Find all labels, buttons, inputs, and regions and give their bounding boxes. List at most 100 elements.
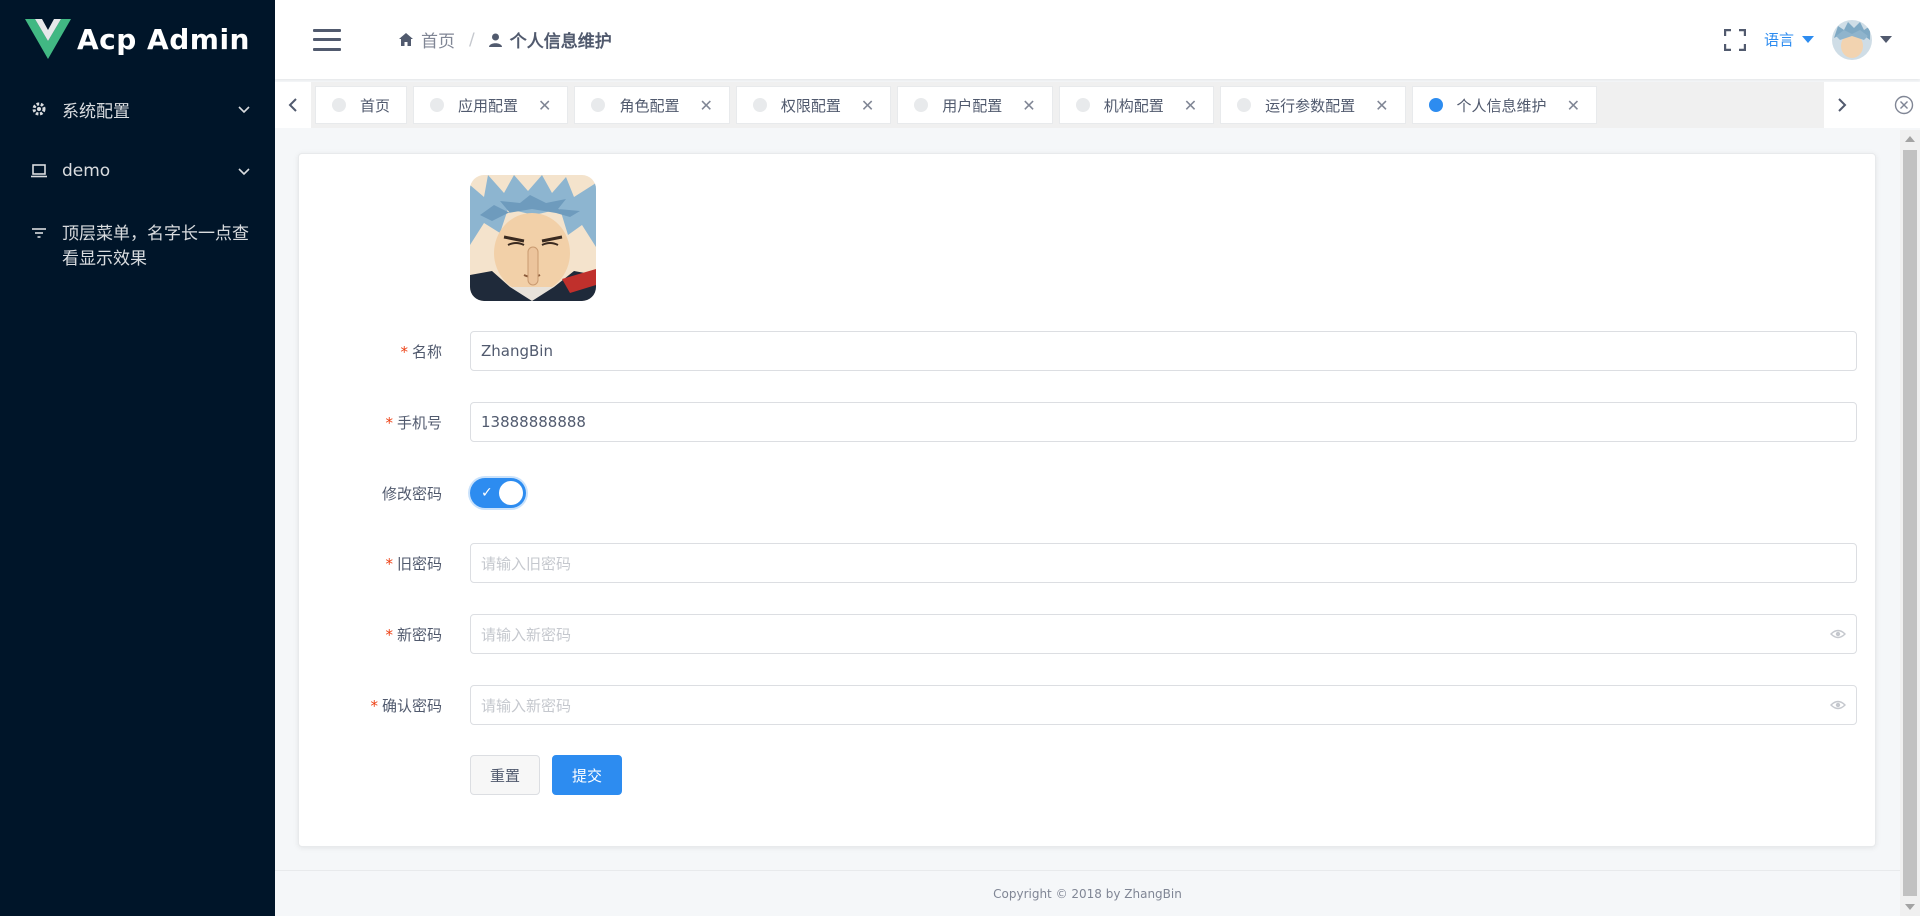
tab-label: 运行参数配置 xyxy=(1265,96,1356,115)
tab-dot-icon xyxy=(591,98,606,112)
breadcrumb-current: 个人信息维护 xyxy=(488,27,612,52)
tab-runtime-params[interactable]: 运行参数配置 ✕ xyxy=(1220,86,1406,124)
name-row: * 名称 ZhangBin xyxy=(299,330,1877,372)
gear-icon xyxy=(30,101,48,117)
tabs-list: 首页 应用配置 ✕ 角色配置 ✕ 权限配置 ✕ 用户配置 ✕ 机构配置 ✕ 运行… xyxy=(311,82,1824,128)
confirm-password-input[interactable]: 请输入新密码 xyxy=(470,685,1857,725)
tab-label: 权限配置 xyxy=(780,96,841,115)
tabs-scroll-right[interactable] xyxy=(1824,82,1860,128)
close-icon[interactable]: ✕ xyxy=(699,96,712,115)
new-password-label: * 新密码 xyxy=(385,625,442,644)
old-password-row: * 旧密码 请输入旧密码 xyxy=(299,542,1877,584)
home-icon xyxy=(399,33,413,46)
scroll-down-arrow-icon[interactable] xyxy=(1905,904,1915,910)
tab-user-config[interactable]: 用户配置 ✕ xyxy=(897,86,1053,124)
scrollbar-thumb[interactable] xyxy=(1903,150,1917,896)
language-label: 语言 xyxy=(1763,31,1794,49)
new-password-input[interactable]: 请输入新密码 xyxy=(470,614,1857,654)
chevron-down-icon xyxy=(238,106,250,114)
tab-label: 机构配置 xyxy=(1103,96,1164,115)
sidebar-item-label: 系统配置 xyxy=(62,101,130,122)
submit-button[interactable]: 提交 xyxy=(552,755,622,795)
close-icon[interactable]: ✕ xyxy=(861,96,874,115)
old-password-placeholder: 请输入旧密码 xyxy=(481,554,572,573)
chevron-down-icon xyxy=(238,168,250,176)
tab-permission-config[interactable]: 权限配置 ✕ xyxy=(735,86,892,124)
sidebar-item-demo[interactable]: demo xyxy=(0,140,275,202)
close-icon[interactable]: ✕ xyxy=(1567,96,1580,115)
new-password-placeholder: 请输入新密码 xyxy=(481,625,572,644)
top-header: 首页 / 个人信息维护 语言 xyxy=(275,0,1920,79)
app-logo[interactable]: Acp Admin xyxy=(0,0,275,78)
avatar[interactable] xyxy=(1832,19,1872,60)
header-actions: 语言 xyxy=(1723,19,1892,60)
tab-dot-icon xyxy=(1075,98,1090,112)
tab-personal-info[interactable]: 个人信息维护 ✕ xyxy=(1411,86,1597,124)
tab-dot-icon xyxy=(1237,98,1252,112)
app-name: Acp Admin xyxy=(77,22,250,56)
close-icon[interactable]: ✕ xyxy=(538,96,551,115)
tab-home[interactable]: 首页 xyxy=(315,86,408,124)
mobile-input[interactable]: 13888888888 xyxy=(470,402,1857,442)
close-icon[interactable]: ✕ xyxy=(1375,96,1388,115)
close-circle-icon xyxy=(1894,95,1914,115)
profile-avatar[interactable] xyxy=(470,175,596,301)
tabs-scroll-left[interactable] xyxy=(275,82,311,128)
confirm-password-placeholder: 请输入新密码 xyxy=(481,696,572,715)
laptop-icon xyxy=(30,164,48,178)
close-all-tabs-button[interactable] xyxy=(1860,82,1920,128)
close-icon[interactable]: ✕ xyxy=(1184,96,1197,115)
filter-icon xyxy=(30,226,48,240)
tab-label: 角色配置 xyxy=(619,96,680,115)
vertical-scrollbar[interactable] xyxy=(1900,130,1920,916)
old-password-input[interactable]: 请输入旧密码 xyxy=(470,543,1857,583)
footer: Copyright © 2018 by ZhangBin xyxy=(275,870,1900,916)
sidebar: Acp Admin 系统配置 demo 顶层菜单，名字长一点查看显示效果 xyxy=(0,0,275,916)
menu-toggle-icon[interactable] xyxy=(313,28,341,51)
check-icon: ✓ xyxy=(481,485,493,501)
sidebar-item-label: demo xyxy=(62,161,111,181)
name-label: * 名称 xyxy=(400,342,442,361)
mobile-row: * 手机号 13888888888 xyxy=(299,401,1877,443)
name-value: ZhangBin xyxy=(481,342,553,360)
tab-dot-icon xyxy=(430,98,445,112)
new-password-row: * 新密码 请输入新密码 xyxy=(299,613,1877,655)
tab-app-config[interactable]: 应用配置 ✕ xyxy=(413,86,569,124)
tab-dot-icon xyxy=(752,98,767,112)
caret-down-icon[interactable] xyxy=(1880,36,1892,43)
fullscreen-icon[interactable] xyxy=(1723,28,1746,51)
sidebar-item-system-config[interactable]: 系统配置 xyxy=(0,78,275,140)
tabs-bar: 首页 应用配置 ✕ 角色配置 ✕ 权限配置 ✕ 用户配置 ✕ 机构配置 ✕ 运行… xyxy=(275,82,1920,128)
close-icon[interactable]: ✕ xyxy=(1022,96,1035,115)
tab-label: 个人信息维护 xyxy=(1456,96,1547,115)
breadcrumb-home[interactable]: 首页 xyxy=(399,27,455,52)
switch-knob xyxy=(499,481,523,505)
change-password-switch[interactable]: ✓ xyxy=(470,478,526,508)
copyright-text: Copyright © 2018 by ZhangBin xyxy=(993,886,1182,901)
reset-button[interactable]: 重置 xyxy=(470,755,540,795)
personal-info-card: * 名称 ZhangBin * 手机号 13888888888 修改密码 ✓ * 旧密… xyxy=(298,153,1876,847)
breadcrumb: 首页 / 个人信息维护 xyxy=(399,27,612,52)
sidebar-item-top-menu[interactable]: 顶层菜单，名字长一点查看显示效果 xyxy=(0,202,275,292)
change-password-row: 修改密码 ✓ xyxy=(299,472,1877,514)
confirm-password-row: * 确认密码 请输入新密码 xyxy=(299,684,1877,726)
chevron-right-icon xyxy=(1838,98,1847,112)
breadcrumb-label: 个人信息维护 xyxy=(509,32,612,52)
tab-label: 应用配置 xyxy=(458,96,519,115)
tab-dot-icon xyxy=(332,98,346,112)
tab-label: 用户配置 xyxy=(942,96,1003,115)
change-password-label: 修改密码 xyxy=(381,484,442,503)
scroll-up-arrow-icon[interactable] xyxy=(1905,136,1915,142)
mobile-value: 13888888888 xyxy=(481,413,586,431)
name-input[interactable]: ZhangBin xyxy=(470,331,1857,371)
chevron-left-icon xyxy=(288,98,297,112)
sidebar-item-label: 顶层菜单，名字长一点查看显示效果 xyxy=(62,224,249,269)
eye-icon[interactable] xyxy=(1830,698,1846,712)
tab-dot-icon xyxy=(914,98,929,112)
tab-role-config[interactable]: 角色配置 ✕ xyxy=(574,86,730,124)
breadcrumb-separator: / xyxy=(469,29,475,50)
tab-label: 首页 xyxy=(360,96,391,115)
tab-org-config[interactable]: 机构配置 ✕ xyxy=(1058,86,1215,124)
language-dropdown[interactable]: 语言 xyxy=(1764,29,1814,50)
eye-icon[interactable] xyxy=(1830,627,1846,641)
